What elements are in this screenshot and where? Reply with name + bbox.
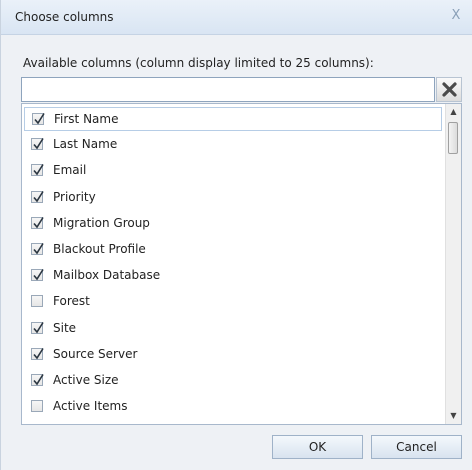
checkbox-unchecked[interactable]: [31, 295, 43, 308]
checkmark-icon: [33, 347, 44, 360]
scroll-down-icon[interactable]: ▼: [446, 408, 461, 424]
checkbox-checked[interactable]: [31, 321, 44, 334]
checkmark-icon: [33, 374, 44, 386]
column-label: Forest: [53, 294, 90, 309]
clear-search-button[interactable]: [436, 77, 462, 102]
choose-columns-dialog: Choose columns X Available columns (colu…: [0, 0, 472, 470]
column-label: Email: [53, 163, 87, 178]
column-list-item[interactable]: Active Items: [24, 395, 442, 419]
column-label: Active Size: [53, 373, 119, 387]
column-label: Last Name: [53, 137, 118, 152]
column-label: Priority: [53, 189, 96, 204]
checkmark-icon: [33, 269, 44, 281]
checkmark-icon: [33, 164, 44, 176]
checkmark-icon: [33, 138, 44, 150]
columns-list[interactable]: First Name Last Name Email Priority Migratio…: [21, 103, 462, 425]
column-list-item[interactable]: First Name: [24, 107, 442, 131]
column-list-item[interactable]: Email: [24, 159, 442, 183]
checkbox-unchecked[interactable]: [31, 400, 43, 413]
column-search-input[interactable]: [21, 77, 435, 102]
checkmark-icon: [33, 216, 44, 229]
checkmark-icon: [33, 321, 44, 333]
column-label: Migration Group: [53, 215, 150, 230]
checkbox-checked[interactable]: [31, 190, 44, 203]
column-label: Mailbox Database: [53, 268, 161, 283]
columns-list-inner: First Name Last Name Email Priority Migratio…: [22, 104, 446, 424]
dialog-titlebar: Choose columns X: [1, 0, 472, 35]
column-list-item[interactable]: Priority: [24, 186, 442, 210]
column-list-item[interactable]: Site: [24, 317, 442, 341]
checkmark-icon: [33, 190, 44, 202]
column-list-item[interactable]: Active Size: [24, 369, 442, 393]
checkbox-checked[interactable]: [31, 138, 44, 151]
dialog-title: Choose columns: [15, 10, 114, 24]
checkbox-checked[interactable]: [32, 113, 45, 125]
checkmark-icon: [33, 243, 44, 255]
column-list-item[interactable]: Last Name: [24, 133, 442, 157]
close-icon[interactable]: X: [448, 8, 464, 24]
column-label: Blackout Profile: [53, 242, 146, 256]
list-scrollbar[interactable]: ▲ ▼: [445, 104, 461, 424]
column-list-item[interactable]: Migration Group: [24, 212, 442, 236]
cancel-button[interactable]: Cancel: [371, 435, 462, 459]
column-list-item[interactable]: Mailbox Database: [24, 264, 442, 288]
column-label: Source Server: [53, 346, 138, 361]
available-columns-label: Available columns (column display limite…: [23, 56, 374, 70]
scroll-thumb[interactable]: [448, 122, 458, 154]
column-label: Site: [53, 320, 77, 335]
column-list-item[interactable]: Forest: [24, 290, 442, 314]
checkbox-checked[interactable]: [31, 164, 44, 177]
checkbox-checked[interactable]: [31, 269, 44, 282]
scroll-up-icon[interactable]: ▲: [446, 104, 461, 120]
checkbox-checked[interactable]: [31, 216, 44, 229]
column-label: Active Items: [53, 399, 128, 414]
column-list-item[interactable]: Source Server: [24, 343, 442, 367]
checkmark-icon: [34, 113, 45, 125]
ok-button[interactable]: OK: [272, 435, 363, 459]
column-label: First Name: [54, 112, 119, 126]
checkbox-checked[interactable]: [31, 374, 44, 386]
checkbox-checked[interactable]: [31, 347, 44, 360]
clear-x-icon: [442, 82, 457, 97]
checkbox-checked[interactable]: [31, 243, 44, 255]
column-list-item[interactable]: Blackout Profile: [24, 238, 442, 262]
